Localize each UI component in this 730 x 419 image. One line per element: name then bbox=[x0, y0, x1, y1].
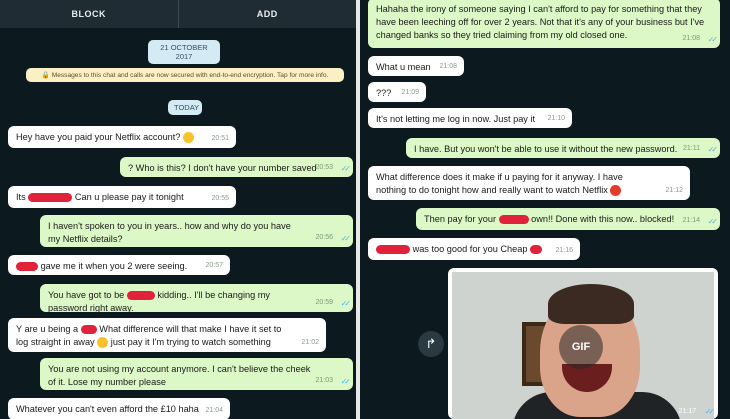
message-text: It's not letting me log in now. Just pay… bbox=[376, 114, 536, 124]
message-time: 21:11 bbox=[683, 145, 700, 152]
incoming-message[interactable]: Its Can u please pay it tonight 20:55 bbox=[8, 186, 236, 208]
message-time: 21:12 bbox=[665, 187, 683, 194]
message-time: 21:08 bbox=[682, 35, 700, 42]
message-text-suffix: just pay it I'm trying to watch somethin… bbox=[110, 337, 271, 347]
message-time: 20:51 bbox=[211, 135, 229, 142]
redacted-name bbox=[376, 245, 410, 255]
redacted-name bbox=[28, 193, 73, 203]
redacted-word bbox=[126, 291, 155, 301]
outgoing-message[interactable]: You have got to be kidding.. I'll be cha… bbox=[40, 284, 353, 313]
read-receipt-icon: ✓✓ bbox=[340, 234, 352, 243]
message-time: 21:08 bbox=[439, 63, 457, 70]
message-text: I have. But you won't be able to use it … bbox=[414, 144, 678, 154]
incoming-message[interactable]: Whatever you can't even afford the £10 h… bbox=[8, 398, 230, 419]
message-text-prefix: Its bbox=[16, 192, 26, 202]
read-receipt-icon: ✓✓ bbox=[340, 377, 352, 386]
message-time: 20:56 bbox=[315, 234, 333, 241]
encryption-notice[interactable]: 🔒 Messages to this chat and calls are no… bbox=[26, 68, 344, 82]
encryption-notice-text: Messages to this chat and calls are now … bbox=[51, 72, 329, 79]
date-separator: 21 OCTOBER 2017 bbox=[148, 40, 220, 64]
message-text: What difference does it make if u paying… bbox=[376, 172, 623, 195]
message-time: 21:09 bbox=[401, 89, 419, 96]
message-time: 21:10 bbox=[547, 115, 565, 122]
message-text: What u mean bbox=[376, 62, 431, 72]
message-text-prefix: Then pay for your bbox=[424, 214, 497, 224]
message-time: 21:17 bbox=[678, 408, 696, 415]
outgoing-message[interactable]: I have. But you won't be able to use it … bbox=[406, 138, 720, 158]
gif-play-button[interactable]: GIF bbox=[559, 325, 603, 369]
message-text: You are not using my account anymore. I … bbox=[48, 364, 311, 387]
sweat-laugh-emoji-icon bbox=[97, 337, 109, 349]
incoming-message[interactable]: was too good for you Cheap 21:16 bbox=[368, 238, 580, 260]
incoming-message[interactable]: Hey have you paid your Netflix account? … bbox=[8, 126, 236, 148]
redacted-word bbox=[80, 325, 97, 335]
message-time: 21:14 bbox=[682, 217, 700, 224]
redacted-word bbox=[498, 215, 529, 225]
message-text: I haven't spoken to you in years.. how a… bbox=[48, 221, 291, 244]
message-text: ??? bbox=[376, 88, 392, 98]
outgoing-message[interactable]: ? Who is this? I don't have your number … bbox=[120, 157, 353, 177]
message-text: own!! Done with this now.. blocked! bbox=[531, 214, 675, 224]
incoming-message[interactable]: ??? 21:09 bbox=[368, 82, 426, 102]
message-text: Hahaha the irony of someone saying I can… bbox=[376, 4, 705, 40]
block-button[interactable]: BLOCK bbox=[0, 0, 178, 28]
message-time: 21:04 bbox=[205, 407, 223, 414]
message-time: 20:57 bbox=[205, 262, 223, 269]
outgoing-message[interactable]: I haven't spoken to you in years.. how a… bbox=[40, 215, 353, 247]
read-receipt-icon: ✓✓ bbox=[707, 145, 719, 154]
today-separator: TODAY bbox=[168, 100, 202, 115]
message-time: 20:53 bbox=[315, 164, 333, 171]
message-text: Hey have you paid your Netflix account? bbox=[16, 132, 181, 142]
message-time: 21:03 bbox=[315, 377, 333, 384]
outgoing-message[interactable]: Hahaha the irony of someone saying I can… bbox=[368, 0, 720, 48]
message-time: 20:55 bbox=[211, 195, 229, 202]
add-button[interactable]: ADD bbox=[179, 0, 357, 28]
forward-share-icon[interactable]: ↱ bbox=[418, 331, 444, 357]
left-chat-panel: BLOCK ADD 21 OCTOBER 2017 🔒 Messages to … bbox=[0, 0, 356, 419]
message-text-prefix: Y are u being a bbox=[16, 324, 79, 334]
read-receipt-icon: ✓✓ bbox=[340, 164, 352, 173]
read-receipt-icon: ✓✓ bbox=[707, 35, 719, 44]
message-time: 20:59 bbox=[315, 299, 333, 306]
right-chat-panel: Hahaha the irony of someone saying I can… bbox=[360, 0, 730, 419]
incoming-message[interactable]: What u mean 21:08 bbox=[368, 56, 464, 76]
lock-icon: 🔒 bbox=[41, 72, 50, 79]
angry-emoji-icon bbox=[610, 185, 622, 197]
grin-emoji-icon bbox=[183, 132, 195, 144]
message-text: Whatever you can't even afford the £10 h… bbox=[16, 404, 199, 414]
incoming-message[interactable]: It's not letting me log in now. Just pay… bbox=[368, 108, 572, 128]
read-receipt-icon: ✓✓ bbox=[340, 299, 352, 308]
message-text: Can u please pay it tonight bbox=[74, 192, 184, 202]
outgoing-message[interactable]: Then pay for your own!! Done with this n… bbox=[416, 208, 720, 230]
message-text: was too good for you Cheap bbox=[412, 244, 528, 254]
incoming-message[interactable]: gave me it when you 2 were seeing. 20:57 bbox=[8, 255, 230, 275]
message-text-prefix: You have got to be bbox=[48, 290, 125, 300]
outgoing-message[interactable]: You are not using my account anymore. I … bbox=[40, 358, 353, 390]
redacted-name bbox=[16, 262, 38, 272]
message-text: ? Who is this? I don't have your number … bbox=[128, 163, 317, 173]
read-receipt-icon: ✓✓ bbox=[704, 407, 716, 416]
incoming-message[interactable]: What difference does it make if u paying… bbox=[368, 166, 690, 200]
hair-shape bbox=[548, 284, 634, 324]
read-receipt-icon: ✓✓ bbox=[707, 217, 719, 226]
message-time: 21:02 bbox=[301, 339, 319, 346]
chat-action-bar: BLOCK ADD bbox=[0, 0, 356, 28]
message-text: gave me it when you 2 were seeing. bbox=[40, 261, 188, 271]
incoming-message[interactable]: Y are u being a What difference will tha… bbox=[8, 318, 326, 352]
message-time: 21:16 bbox=[555, 247, 573, 254]
redacted-word bbox=[530, 245, 543, 255]
gif-message[interactable]: GIF 21:17 ✓✓ bbox=[448, 268, 718, 419]
